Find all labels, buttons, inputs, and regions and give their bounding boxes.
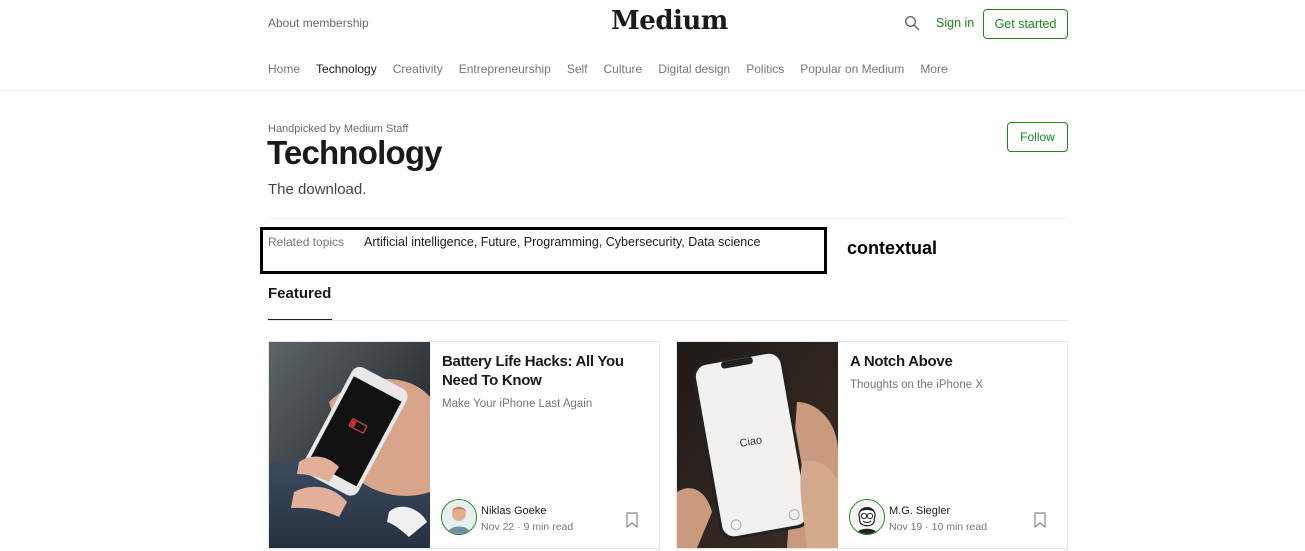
- follow-button[interactable]: Follow: [1007, 122, 1068, 152]
- about-membership-link[interactable]: About membership: [268, 16, 369, 30]
- author-name[interactable]: M.G. Siegler: [889, 505, 950, 517]
- featured-heading[interactable]: Featured: [268, 285, 331, 302]
- search-icon[interactable]: [904, 15, 920, 31]
- post-meta: Nov 19 · 10 min read: [889, 521, 988, 533]
- iphone-x-image[interactable]: Ciao: [677, 342, 838, 548]
- post-meta: Nov 22 · 9 min read: [481, 521, 574, 533]
- page-title: Technology: [267, 134, 443, 171]
- card-subtitle[interactable]: Make Your iPhone Last Again: [442, 398, 592, 410]
- nav-item-entrepreneurship[interactable]: Entrepreneurship: [459, 62, 551, 76]
- contextual-annotation: contextual: [847, 238, 938, 258]
- topic-nav: Home Technology Creativity Entrepreneurs…: [268, 62, 964, 76]
- nav-item-politics[interactable]: Politics: [746, 62, 784, 76]
- related-topics-list[interactable]: Artificial intelligence, Future, Program…: [364, 235, 760, 249]
- nav-item-creativity[interactable]: Creativity: [393, 62, 443, 76]
- card-subtitle[interactable]: Thoughts on the iPhone X: [850, 379, 983, 391]
- avatar[interactable]: [849, 499, 885, 535]
- featured-card[interactable]: Battery Life Hacks: All You Need To Know…: [268, 341, 660, 549]
- nav-item-home[interactable]: Home: [268, 62, 300, 76]
- author-name[interactable]: Niklas Goeke: [481, 505, 546, 517]
- phone-low-battery-image[interactable]: [269, 342, 430, 548]
- divider: [268, 218, 1068, 219]
- featured-underline: [268, 319, 332, 320]
- avatar[interactable]: [441, 499, 477, 535]
- nav-item-self[interactable]: Self: [567, 62, 588, 76]
- nav-item-popular[interactable]: Popular on Medium: [800, 62, 904, 76]
- featured-divider: [268, 320, 1068, 321]
- bookmark-icon[interactable]: [626, 512, 638, 528]
- nav-item-more[interactable]: More: [920, 62, 947, 76]
- nav-item-digital-design[interactable]: Digital design: [658, 62, 730, 76]
- nav-divider: [0, 90, 1305, 91]
- nav-item-technology[interactable]: Technology: [316, 62, 377, 76]
- card-title[interactable]: A Notch Above: [850, 352, 1050, 371]
- card-title[interactable]: Battery Life Hacks: All You Need To Know: [442, 352, 642, 390]
- sign-in-link[interactable]: Sign in: [936, 16, 974, 30]
- bookmark-icon[interactable]: [1034, 512, 1046, 528]
- related-topics-label: Related topics: [268, 235, 345, 249]
- nav-item-culture[interactable]: Culture: [604, 62, 643, 76]
- featured-card[interactable]: Ciao A Notch Above Thoughts on the iPhon…: [676, 341, 1068, 549]
- page-subtitle: The download.: [268, 181, 367, 198]
- get-started-button[interactable]: Get started: [983, 9, 1068, 39]
- medium-logo[interactable]: Medium: [611, 6, 728, 36]
